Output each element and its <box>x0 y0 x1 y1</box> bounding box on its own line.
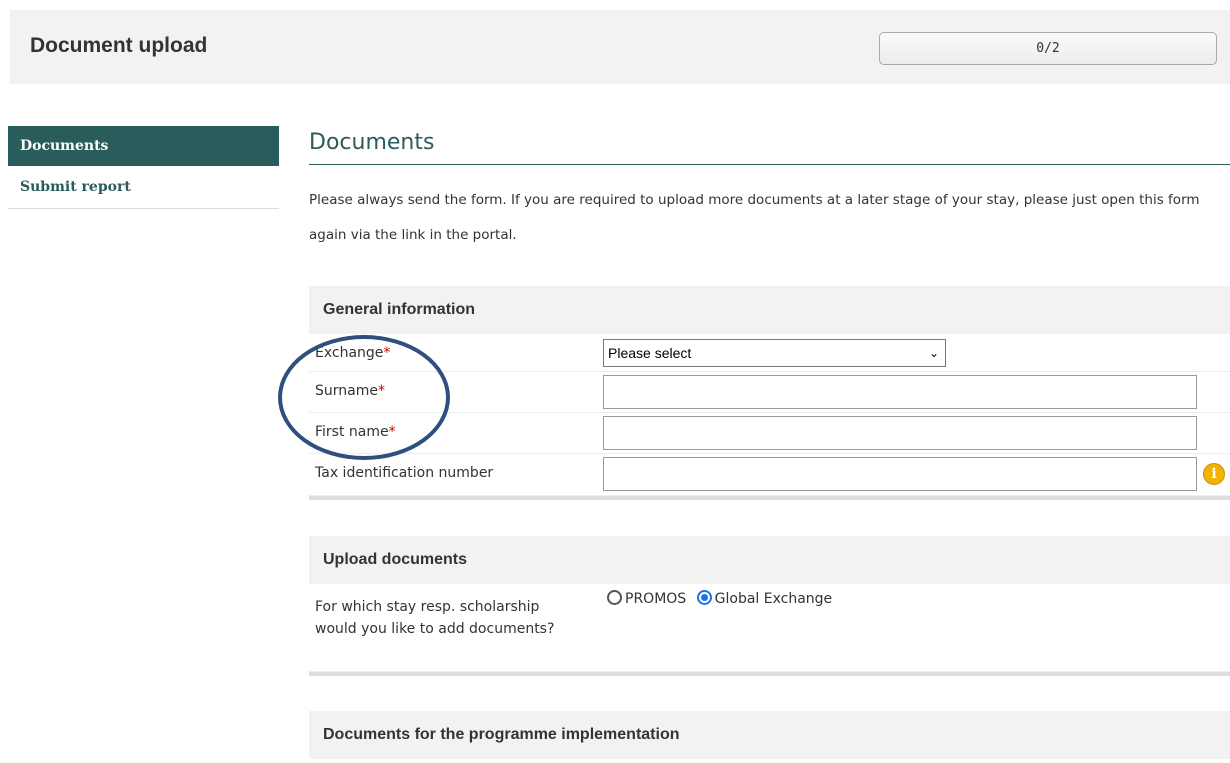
sidebar-item-documents[interactable]: Documents <box>8 126 279 166</box>
tax-id-label: Tax identification number <box>315 465 494 481</box>
first-name-row: First name* <box>309 413 1230 454</box>
exchange-label: Exchange* <box>315 345 391 361</box>
info-icon[interactable]: i <box>1203 463 1225 485</box>
first-name-label: First name* <box>315 424 396 440</box>
progress-indicator: 0/2 <box>879 32 1217 65</box>
radio-button[interactable] <box>607 590 622 605</box>
radio-button-checked[interactable] <box>696 590 712 605</box>
tax-id-input[interactable] <box>603 457 1197 491</box>
required-marker: * <box>377 383 385 399</box>
section-heading: General information <box>309 286 1230 334</box>
required-marker: * <box>383 345 391 361</box>
intro-text: Please always send the form. If you are … <box>309 192 1200 243</box>
surname-row: Surname* <box>309 372 1230 413</box>
page-header: Document upload 0/2 <box>10 10 1230 84</box>
scholarship-question: For which stay resp. scholarship would y… <box>315 599 555 637</box>
general-information-section: General information Exchange* Please sel… <box>309 286 1230 500</box>
surname-input[interactable] <box>603 375 1197 409</box>
required-marker: * <box>388 424 396 440</box>
exchange-select-value: Please select <box>608 345 692 361</box>
sidebar: Documents Submit report <box>8 126 279 209</box>
first-name-input[interactable] <box>603 416 1197 450</box>
programme-implementation-section: Documents for the programme implementati… <box>309 711 1230 759</box>
radio-promos[interactable]: PROMOS <box>607 590 686 607</box>
radio-global-exchange[interactable]: Global Exchange <box>696 590 832 607</box>
main-content: Documents Please always send the form. I… <box>309 126 1230 759</box>
tax-id-row: Tax identification number i <box>309 454 1230 496</box>
section-divider <box>309 672 1230 676</box>
surname-label: Surname* <box>315 383 385 399</box>
header-title: Document upload <box>30 34 208 57</box>
scholarship-radio-group: PROMOS Global Exchange <box>607 590 832 607</box>
exchange-row: Exchange* Please select ⌄ <box>309 334 1230 372</box>
section-heading: Upload documents <box>309 536 1230 584</box>
section-divider <box>309 496 1230 500</box>
upload-documents-section: Upload documents For which stay resp. sc… <box>309 536 1230 676</box>
sidebar-item-submit-report[interactable]: Submit report <box>8 166 279 209</box>
chevron-down-icon: ⌄ <box>928 346 939 360</box>
page-title: Documents <box>309 126 1230 165</box>
scholarship-row: For which stay resp. scholarship would y… <box>309 584 1230 672</box>
exchange-select[interactable]: Please select ⌄ <box>603 339 946 367</box>
section-heading: Documents for the programme implementati… <box>309 711 1230 759</box>
